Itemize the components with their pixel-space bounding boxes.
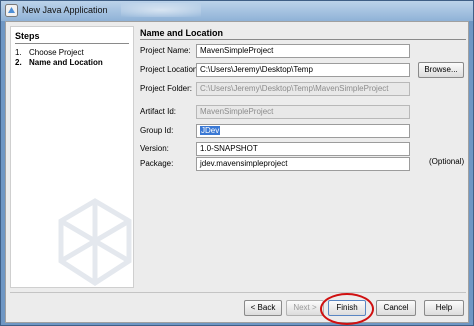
window-title: New Java Application (22, 5, 108, 15)
project-folder-label: Project Folder: (140, 84, 193, 93)
steps-header: Steps (15, 31, 40, 41)
project-name-label: Project Name: (140, 46, 191, 55)
back-button[interactable]: < Back (244, 300, 282, 316)
artifact-id-field: MavenSimpleProject (196, 105, 410, 119)
group-id-input[interactable]: JDev (196, 124, 410, 138)
package-input[interactable]: jdev.mavensimpleproject (196, 157, 410, 171)
version-input[interactable]: 1.0-SNAPSHOT (196, 142, 410, 156)
step-item-name-and-location: 2. Name and Location (15, 58, 103, 67)
step-item-choose-project: 1. Choose Project (15, 48, 84, 57)
version-label: Version: (140, 144, 169, 153)
artifact-id-label: Artifact Id: (140, 107, 177, 116)
step-label: Choose Project (29, 48, 84, 57)
finish-highlight-ring (320, 293, 374, 325)
netbeans-app-icon (5, 4, 18, 17)
steps-panel: Steps 1. Choose Project 2. Name and Locati… (10, 26, 134, 288)
project-folder-field: C:\Users\Jeremy\Desktop\Temp\MavenSimple… (196, 82, 410, 96)
step-number: 1. (15, 48, 22, 57)
step-label: Name and Location (29, 58, 103, 67)
help-button[interactable]: Help (424, 300, 464, 316)
button-bar-divider (10, 292, 466, 293)
group-id-label: Group Id: (140, 126, 174, 135)
netbeans-watermark-logo (58, 198, 132, 286)
package-label: Package: (140, 159, 174, 168)
cancel-button[interactable]: Cancel (376, 300, 416, 316)
dialog-body: Steps 1. Choose Project 2. Name and Locati… (5, 21, 469, 325)
project-name-input[interactable]: MavenSimpleProject (196, 44, 410, 58)
project-location-input[interactable]: C:\Users\Jeremy\Desktop\Temp (196, 63, 410, 77)
next-button[interactable]: Next > (286, 300, 324, 316)
title-bar: New Java Application (1, 1, 473, 21)
section-title: Name and Location (140, 28, 224, 38)
package-optional-note: (Optional) (429, 157, 465, 166)
group-id-selected-text: JDev (200, 126, 221, 135)
project-location-label: Project Location: (140, 65, 200, 74)
steps-divider (15, 43, 129, 44)
section-divider (140, 39, 466, 40)
browse-button[interactable]: Browse... (418, 62, 464, 78)
new-java-application-window: New Java Application Steps 1. Choose Proj… (0, 0, 474, 326)
step-number: 2. (15, 58, 22, 67)
